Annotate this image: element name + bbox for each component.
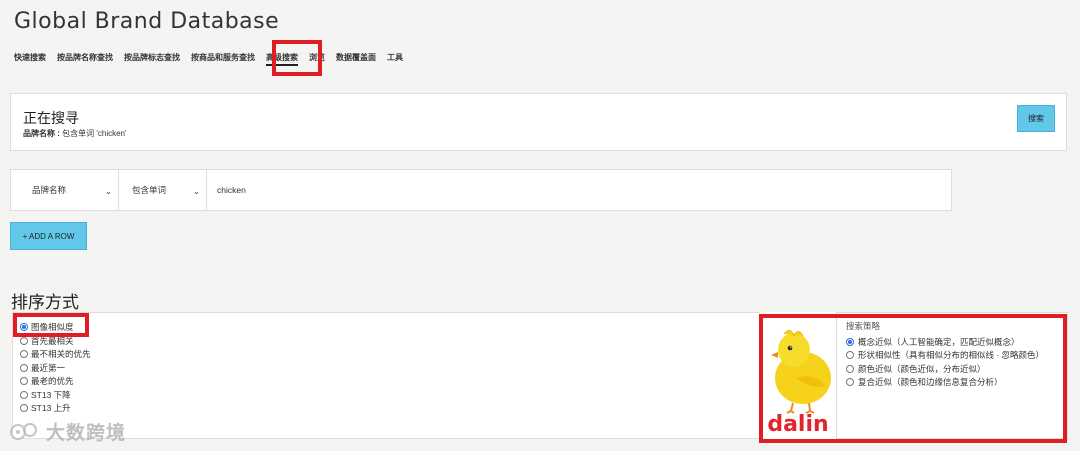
criteria-label: 品牌名称 :: [23, 129, 60, 138]
sort-option-oldest[interactable]: 最老的优先: [20, 375, 74, 387]
sort-option-label: 最不相关的优先: [31, 349, 91, 359]
criteria-value: 包含单词 'chicken': [62, 129, 127, 138]
search-heading: 正在搜寻: [23, 110, 79, 126]
radio-icon: [20, 404, 28, 412]
sort-option-label: ST13 下降: [31, 389, 71, 400]
highlight-advanced-tab: [272, 40, 322, 76]
sort-option-least-relevant[interactable]: 最不相关的优先: [20, 348, 91, 360]
sort-option-label: 最老的优先: [31, 376, 74, 386]
tab-quick-search[interactable]: 快速搜索: [14, 52, 46, 66]
tab-tools[interactable]: 工具: [387, 52, 403, 66]
operator-select[interactable]: 包含单词 ⌄: [119, 170, 207, 210]
highlight-image-strategy: [759, 314, 1067, 443]
radio-icon: [20, 336, 28, 345]
query-input[interactable]: chicken: [207, 170, 246, 210]
radio-icon: [20, 350, 28, 358]
sort-title: 排序方式: [11, 293, 79, 312]
nav-tabs: 快速搜索 按品牌名称查找 按品牌标志查找 按商品和服务查找 高级搜索 浏览 数据…: [14, 52, 414, 66]
radio-icon: [20, 390, 28, 399]
radio-icon: [20, 363, 28, 372]
field-select[interactable]: 品牌名称 ⌄: [11, 170, 119, 210]
search-criteria: 品牌名称 : 包含单词 'chicken': [23, 128, 127, 139]
sort-option-newest[interactable]: 最近第一: [20, 362, 65, 374]
chevron-down-icon: ⌄: [193, 187, 200, 196]
sort-option-label: ST13 上升: [31, 403, 71, 413]
query-row: 品牌名称 ⌄ 包含单词 ⌄ chicken: [10, 169, 952, 211]
tab-by-brand-logo[interactable]: 按品牌标志查找: [124, 52, 180, 66]
sort-option-st13-desc[interactable]: ST13 下降: [20, 389, 71, 401]
chevron-down-icon: ⌄: [105, 187, 112, 196]
app-title: Global Brand Database: [14, 9, 280, 34]
current-search-panel: 正在搜寻 品牌名称 : 包含单词 'chicken' 搜索: [10, 93, 1067, 151]
tab-by-brand-name[interactable]: 按品牌名称查找: [57, 52, 113, 66]
sort-option-label: 最近第一: [31, 362, 66, 373]
watermark-logo-icon: [10, 422, 37, 440]
radio-icon: [20, 377, 28, 385]
watermark: 大数跨境: [10, 418, 126, 445]
add-row-button[interactable]: + ADD A ROW: [10, 222, 87, 250]
tab-by-goods-services[interactable]: 按商品和服务查找: [191, 52, 255, 66]
tab-data-coverage[interactable]: 数据覆盖面: [336, 52, 376, 66]
highlight-image-similarity: [13, 313, 89, 337]
search-button[interactable]: 搜索: [1017, 105, 1055, 132]
sort-option-st13-asc[interactable]: ST13 上升: [20, 402, 71, 414]
field-select-value: 品牌名称: [32, 185, 67, 195]
operator-select-value: 包含单词: [132, 185, 167, 195]
watermark-text: 大数跨境: [46, 423, 127, 444]
